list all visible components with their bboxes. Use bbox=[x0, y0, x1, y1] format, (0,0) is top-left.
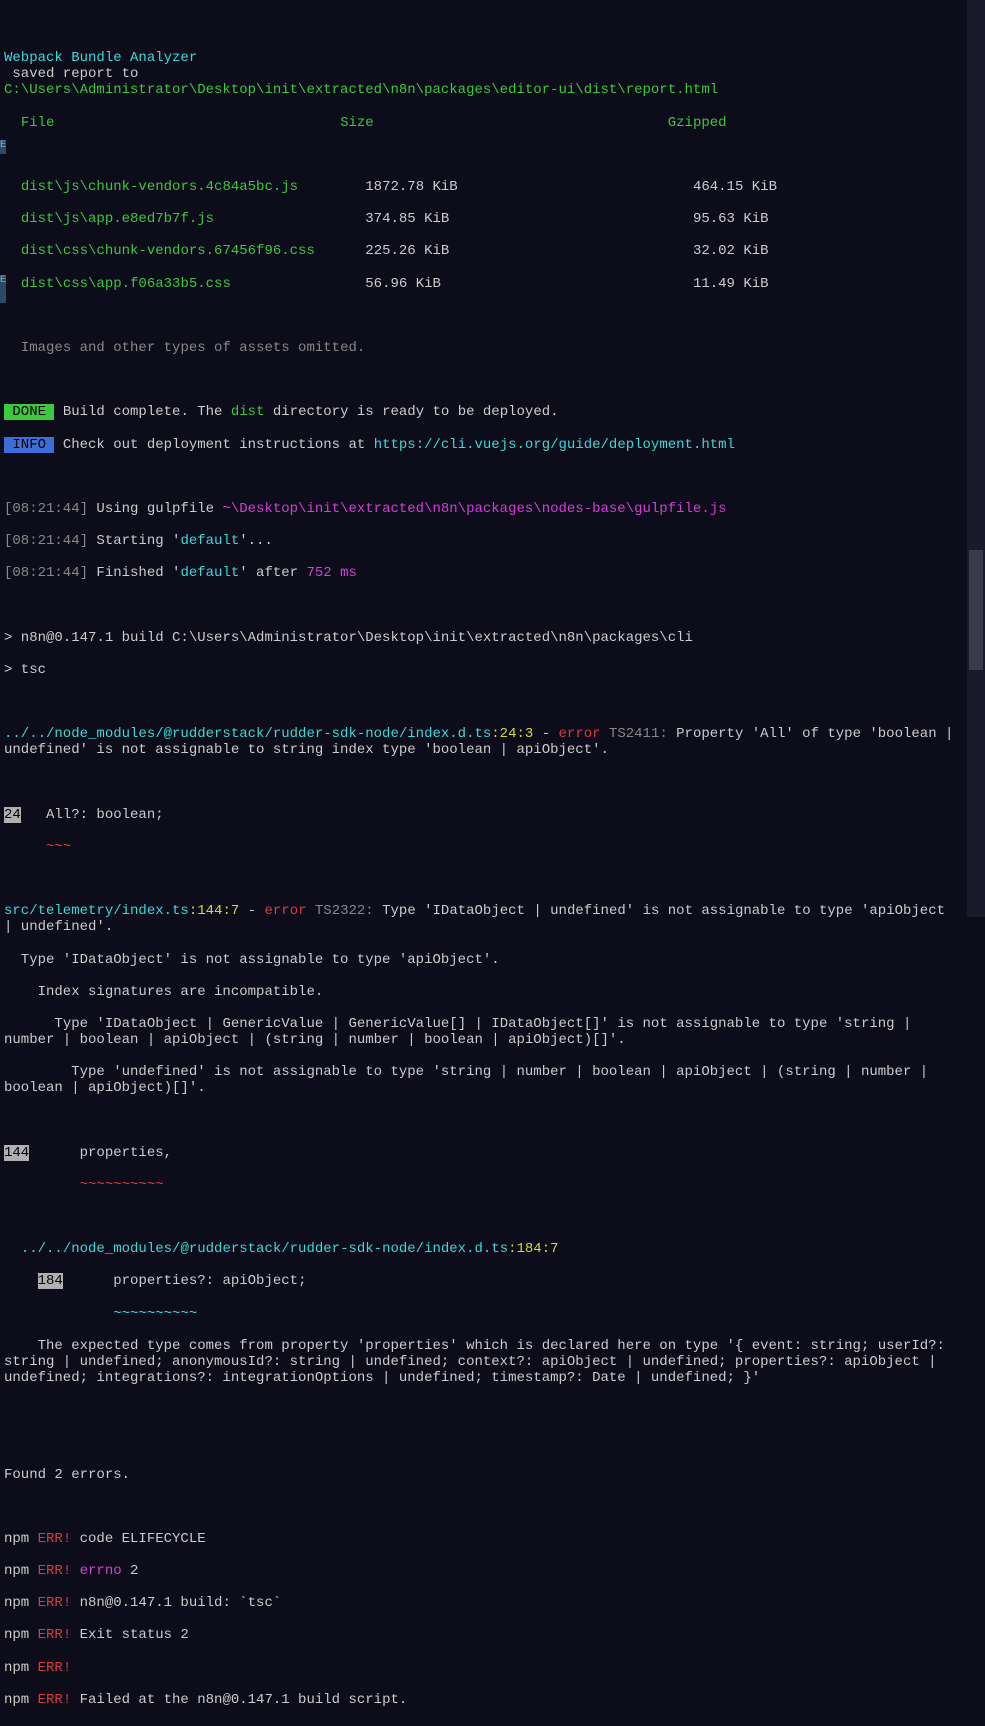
blank-line bbox=[4, 1112, 961, 1128]
blank-line bbox=[4, 597, 961, 613]
terminal-output[interactable]: Webpack Bundle Analyzer saved report to … bbox=[0, 0, 965, 1726]
report-path: C:\Users\Administrator\Desktop\init\extr… bbox=[4, 82, 961, 98]
line-number: 144 bbox=[4, 1145, 29, 1161]
gulp-line: [08:21:44] Finished 'default' after 752 … bbox=[4, 565, 961, 581]
npm-err-line: npm ERR! Failed at the n8n@0.147.1 build… bbox=[4, 1692, 961, 1708]
blank-line bbox=[4, 1434, 961, 1450]
done-line: DONE Build complete. The dist directory … bbox=[4, 404, 961, 420]
col-file: File Size Gzipped bbox=[4, 115, 961, 131]
blank-line bbox=[4, 1209, 961, 1225]
assets-omitted: Images and other types of assets omitted… bbox=[4, 340, 961, 356]
done-badge: DONE bbox=[4, 404, 54, 420]
window-left-edge: E E bbox=[0, 0, 6, 917]
info-badge: INFO bbox=[4, 437, 54, 453]
gulp-line: [08:21:44] Using gulpfile ~\Desktop\init… bbox=[4, 501, 961, 517]
code-snippet: 184 properties?: apiObject; bbox=[4, 1273, 961, 1289]
gulp-line: [08:21:44] Starting 'default'... bbox=[4, 533, 961, 549]
file-row: dist\css\app.f06a33b5.css 56.96 KiB 11.4… bbox=[4, 276, 961, 292]
text: saved report to bbox=[4, 66, 961, 82]
file-row: dist\css\chunk-vendors.67456f96.css 225.… bbox=[4, 243, 961, 259]
npm-err-line: npm ERR! errno 2 bbox=[4, 1563, 961, 1579]
code-snippet: 144 properties, bbox=[4, 1145, 961, 1161]
blank-line bbox=[4, 1499, 961, 1515]
ts-error-header: ../../node_modules/@rudderstack/rudder-s… bbox=[4, 726, 961, 758]
blank-line bbox=[4, 308, 961, 324]
blank-line bbox=[4, 469, 961, 485]
blank-line bbox=[4, 1402, 961, 1418]
ts-error-detail: Index signatures are incompatible. bbox=[4, 984, 961, 1000]
line-number: 24 bbox=[4, 807, 21, 823]
line-number: 184 bbox=[38, 1273, 63, 1289]
blank-line bbox=[4, 147, 961, 163]
blank-line bbox=[4, 871, 961, 887]
squiggle: ~~~ bbox=[4, 839, 961, 855]
blank-line bbox=[4, 694, 961, 710]
ts-error-detail: Type 'IDataObject | GenericValue | Gener… bbox=[4, 1016, 961, 1048]
ts-error-header: src/telemetry/index.ts:144:7 - error TS2… bbox=[4, 903, 961, 935]
related-msg: The expected type comes from property 'p… bbox=[4, 1338, 961, 1386]
ts-error-detail: Type 'IDataObject' is not assignable to … bbox=[4, 952, 961, 968]
vertical-scrollbar[interactable] bbox=[967, 0, 985, 917]
deployment-url[interactable]: https://cli.vuejs.org/guide/deployment.h… bbox=[374, 437, 735, 453]
related-location: ../../node_modules/@rudderstack/rudder-s… bbox=[4, 1241, 961, 1257]
squiggle: ~~~~~~~~~~ bbox=[4, 1306, 961, 1322]
npm-err-line: npm ERR! n8n@0.147.1 build: `tsc` bbox=[4, 1595, 961, 1611]
npm-err-line: npm ERR! bbox=[4, 1660, 961, 1676]
file-row: dist\js\app.e8ed7b7f.js 374.85 KiB 95.63… bbox=[4, 211, 961, 227]
ts-error-detail: Type 'undefined' is not assignable to ty… bbox=[4, 1064, 961, 1096]
npm-cmd: > tsc bbox=[4, 662, 961, 678]
npm-cmd: > n8n@0.147.1 build C:\Users\Administrat… bbox=[4, 630, 961, 646]
blank-line bbox=[4, 18, 961, 34]
code-snippet: 24 All?: boolean; bbox=[4, 807, 961, 823]
blank-line bbox=[4, 372, 961, 388]
webpack-analyzer-label: Webpack Bundle Analyzer bbox=[4, 50, 961, 66]
info-line: INFO Check out deployment instructions a… bbox=[4, 437, 961, 453]
squiggle: ~~~~~~~~~~ bbox=[4, 1177, 961, 1193]
found-errors: Found 2 errors. bbox=[4, 1467, 961, 1483]
npm-err-line: npm ERR! Exit status 2 bbox=[4, 1627, 961, 1643]
npm-err-line: npm ERR! code ELIFECYCLE bbox=[4, 1531, 961, 1547]
scrollbar-thumb[interactable] bbox=[969, 550, 983, 670]
blank-line bbox=[4, 775, 961, 791]
file-row: dist\js\chunk-vendors.4c84a5bc.js 1872.7… bbox=[4, 179, 961, 195]
